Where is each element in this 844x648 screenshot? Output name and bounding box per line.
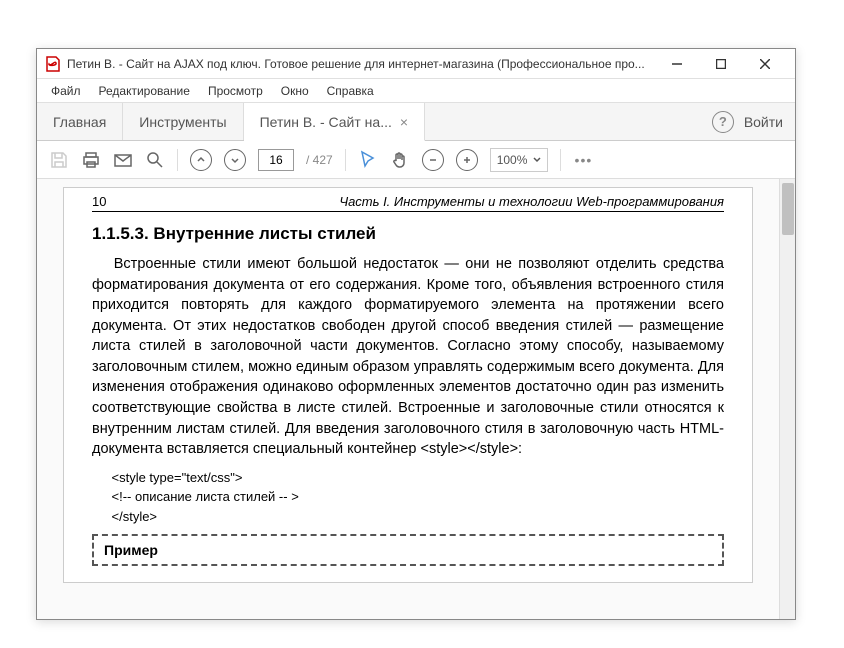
save-icon bbox=[49, 150, 69, 170]
close-button[interactable] bbox=[743, 50, 787, 78]
print-icon[interactable] bbox=[81, 150, 101, 170]
part-title: Часть I. Инструменты и технологии Web-пр… bbox=[339, 194, 724, 209]
pdf-app-icon bbox=[45, 56, 61, 72]
tab-tools-label: Инструменты bbox=[139, 114, 226, 130]
window-controls bbox=[655, 50, 787, 78]
separator bbox=[560, 149, 561, 171]
separator bbox=[345, 149, 346, 171]
tab-home-label: Главная bbox=[53, 114, 106, 130]
document-page: 10 Часть I. Инструменты и технологии Web… bbox=[63, 187, 753, 583]
body-paragraph: Встроенные стили имеют большой недостато… bbox=[92, 254, 724, 460]
code-line: <!-- описание листа стилей -- > bbox=[112, 487, 725, 507]
menu-file[interactable]: Файл bbox=[43, 82, 89, 100]
zoom-in-icon[interactable] bbox=[456, 149, 478, 171]
minimize-button[interactable] bbox=[655, 50, 699, 78]
help-icon[interactable]: ? bbox=[712, 111, 734, 133]
tab-document[interactable]: Петин В. - Сайт на... × bbox=[244, 103, 425, 141]
section-heading: 1.1.5.3. Внутренние листы стилей bbox=[92, 224, 724, 244]
page-number: 10 bbox=[92, 194, 106, 209]
code-line: </style> bbox=[112, 507, 725, 527]
zoom-out-icon[interactable] bbox=[422, 149, 444, 171]
content-area: 10 Часть I. Инструменты и технологии Web… bbox=[37, 179, 795, 619]
hand-tool-icon[interactable] bbox=[390, 150, 410, 170]
login-button[interactable]: Войти bbox=[744, 114, 783, 130]
code-line: <style type="text/css"> bbox=[112, 468, 725, 488]
chevron-down-icon bbox=[533, 156, 541, 164]
document-viewport[interactable]: 10 Часть I. Инструменты и технологии Web… bbox=[37, 179, 779, 619]
zoom-select[interactable]: 100% bbox=[490, 148, 549, 172]
toolbar: / 427 100% ••• bbox=[37, 141, 795, 179]
tabbar-right: ? Войти bbox=[700, 103, 795, 140]
menu-edit[interactable]: Редактирование bbox=[91, 82, 198, 100]
tab-tools[interactable]: Инструменты bbox=[123, 103, 243, 140]
window-title: Петин В. - Сайт на AJAX под ключ. Готово… bbox=[67, 57, 655, 71]
page-number-input[interactable] bbox=[258, 149, 294, 171]
page-up-icon[interactable] bbox=[190, 149, 212, 171]
page-total-label: / 427 bbox=[306, 153, 333, 167]
page-down-icon[interactable] bbox=[224, 149, 246, 171]
more-icon[interactable]: ••• bbox=[573, 150, 593, 170]
menu-help[interactable]: Справка bbox=[319, 82, 382, 100]
vertical-scrollbar[interactable] bbox=[779, 179, 795, 619]
titlebar: Петин В. - Сайт на AJAX под ключ. Готово… bbox=[37, 49, 795, 79]
menu-view[interactable]: Просмотр bbox=[200, 82, 271, 100]
tabbar: Главная Инструменты Петин В. - Сайт на..… bbox=[37, 103, 795, 141]
tab-document-label: Петин В. - Сайт на... bbox=[260, 114, 392, 130]
search-icon[interactable] bbox=[145, 150, 165, 170]
code-block: <style type="text/css"> <!-- описание ли… bbox=[112, 468, 725, 527]
tab-home[interactable]: Главная bbox=[37, 103, 123, 140]
email-icon[interactable] bbox=[113, 150, 133, 170]
example-box: Пример bbox=[92, 534, 724, 566]
menubar: Файл Редактирование Просмотр Окно Справк… bbox=[37, 79, 795, 103]
maximize-button[interactable] bbox=[699, 50, 743, 78]
menu-window[interactable]: Окно bbox=[273, 82, 317, 100]
scrollbar-thumb[interactable] bbox=[782, 183, 794, 235]
app-window: Петин В. - Сайт на AJAX под ключ. Готово… bbox=[36, 48, 796, 620]
zoom-value: 100% bbox=[497, 153, 528, 167]
page-header: 10 Часть I. Инструменты и технологии Web… bbox=[92, 194, 724, 212]
select-tool-icon[interactable] bbox=[358, 150, 378, 170]
tab-close-icon[interactable]: × bbox=[400, 114, 408, 130]
separator bbox=[177, 149, 178, 171]
